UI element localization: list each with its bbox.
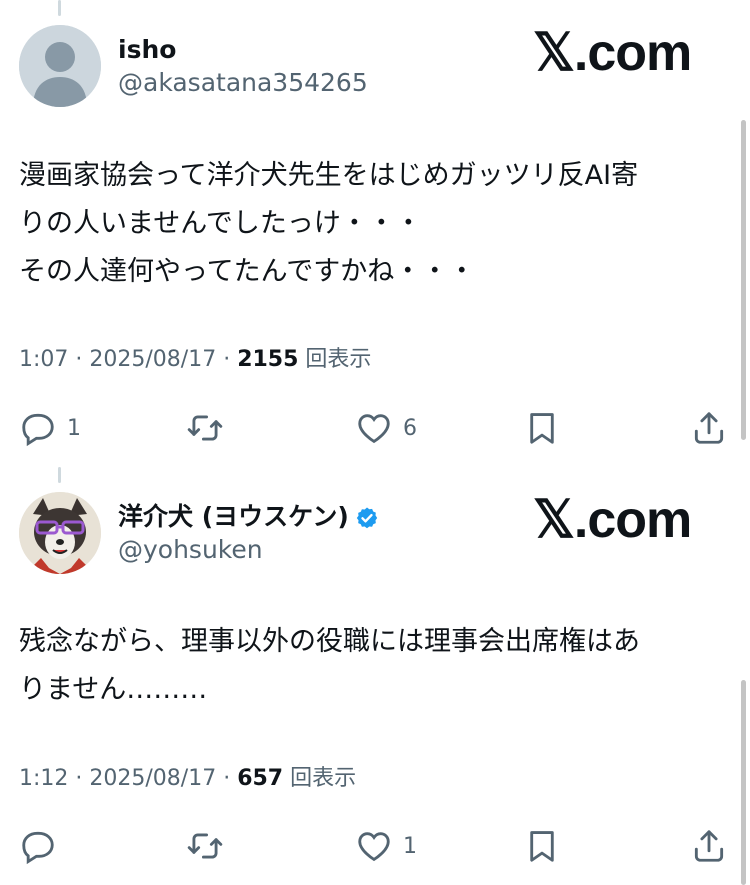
default-avatar-icon — [19, 25, 101, 107]
user-handle[interactable]: @akasatana354265 — [118, 68, 368, 98]
tweet-time[interactable]: 1:07 — [19, 347, 68, 372]
scrollbar[interactable] — [741, 680, 746, 885]
heart-icon — [358, 832, 390, 862]
display-name[interactable]: 洋介犬 (ヨウスケン) — [118, 502, 379, 532]
retweet-icon — [187, 415, 223, 441]
bookmark-button[interactable] — [523, 406, 561, 450]
share-icon — [694, 412, 724, 444]
meta-separator: · — [216, 766, 238, 791]
like-count: 1 — [403, 833, 417, 859]
reply-button[interactable] — [19, 824, 67, 868]
bookmark-button[interactable] — [523, 824, 561, 868]
tweet-meta: 1:07 · 2025/08/17 · 2155 回表示 — [19, 346, 371, 374]
tweet-date[interactable]: 2025/08/17 — [89, 766, 216, 791]
retweet-button[interactable] — [186, 824, 234, 868]
share-button[interactable] — [690, 406, 728, 450]
tweet-time[interactable]: 1:12 — [19, 766, 68, 791]
retweet-button[interactable] — [186, 406, 234, 450]
like-button[interactable]: 6 — [355, 406, 417, 450]
view-count: 657 — [237, 766, 284, 791]
dog-avatar-icon — [19, 492, 101, 574]
reply-icon — [22, 831, 54, 865]
tweet-text: 漫画家協会って洋介犬先生をはじめガッツリ反AI寄 りの人いませんでしたっけ・・・… — [19, 160, 639, 287]
display-name-text: 洋介犬 (ヨウスケン) — [118, 502, 349, 531]
meta-separator: · — [68, 766, 90, 791]
meta-separator: · — [68, 347, 90, 372]
bookmark-icon — [530, 831, 554, 862]
x-logo-watermark: 𝕏.com — [533, 24, 692, 82]
avatar[interactable] — [19, 25, 101, 107]
thread-line — [58, 467, 61, 483]
bookmark-icon — [530, 413, 554, 444]
heart-icon — [358, 414, 390, 444]
views-label: 回表示 — [305, 347, 372, 372]
user-handle[interactable]: @yohsuken — [118, 535, 263, 565]
share-icon — [694, 830, 724, 862]
action-bar: 1 6 — [0, 406, 750, 450]
scrollbar[interactable] — [741, 120, 746, 440]
verified-badge-icon[interactable] — [355, 506, 379, 530]
meta-separator: · — [216, 347, 238, 372]
views-label: 回表示 — [290, 766, 357, 791]
reply-button[interactable]: 1 — [19, 406, 81, 450]
tweet-meta: 1:12 · 2025/08/17 · 657 回表示 — [19, 765, 356, 793]
like-button[interactable]: 1 — [355, 824, 417, 868]
thread-line — [58, 0, 61, 16]
tweet-date[interactable]: 2025/08/17 — [89, 347, 216, 372]
x-logo-watermark: 𝕏.com — [533, 491, 692, 549]
like-count: 6 — [403, 415, 417, 441]
avatar[interactable] — [19, 492, 101, 574]
share-button[interactable] — [690, 824, 728, 868]
action-bar: 1 — [0, 824, 750, 868]
retweet-icon — [187, 833, 223, 859]
view-count: 2155 — [237, 347, 299, 372]
tweet-text: 残念ながら、理事以外の役職には理事会出席権はあ りません……… — [19, 626, 640, 705]
reply-icon — [22, 413, 54, 447]
reply-count: 1 — [67, 415, 81, 441]
display-name[interactable]: isho — [118, 35, 176, 65]
